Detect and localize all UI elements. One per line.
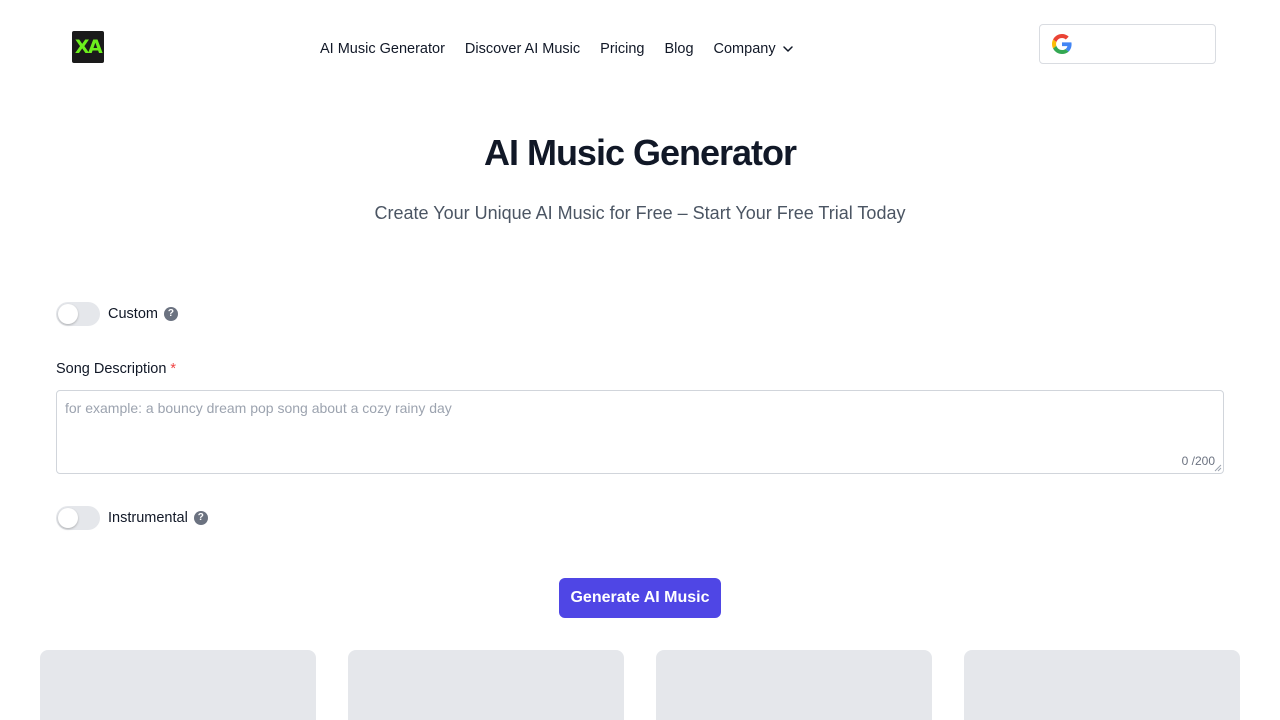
toggle-knob [58, 508, 78, 528]
help-icon[interactable]: ? [163, 307, 178, 321]
instrumental-toggle[interactable] [56, 506, 100, 530]
help-icon[interactable]: ? [193, 511, 208, 525]
page-title: AI Music Generator [483, 132, 797, 173]
custom-label: Custom [108, 306, 158, 322]
placeholder-card [40, 650, 316, 720]
nav-pricing[interactable]: Pricing [600, 41, 644, 57]
custom-toggle[interactable] [56, 302, 100, 326]
character-counter: 0 /200 [1181, 454, 1215, 468]
google-sign-in-button[interactable] [1039, 24, 1216, 64]
nav-company-dropdown[interactable]: Company [714, 41, 794, 57]
site-logo[interactable]: XA [72, 31, 104, 63]
song-description-label: Song Description * [56, 361, 176, 377]
song-description-field: 0 /200 [56, 390, 1224, 474]
song-description-label-text: Song Description [56, 361, 167, 377]
chevron-down-icon [782, 46, 793, 52]
song-description-input[interactable] [57, 391, 1223, 473]
placeholder-card [964, 650, 1240, 720]
page-subtitle: Create Your Unique AI Music for Free – S… [374, 203, 906, 223]
resize-handle-icon[interactable] [1214, 464, 1222, 472]
main-nav: AI Music Generator Discover AI Music Pri… [320, 40, 794, 58]
logo-text: XA [74, 35, 103, 58]
custom-toggle-row: Custom ? [56, 302, 178, 326]
instrumental-label: Instrumental [108, 510, 188, 526]
nav-blog[interactable]: Blog [664, 41, 693, 57]
nav-discover-ai-music[interactable]: Discover AI Music [465, 41, 580, 57]
instrumental-toggle-row: Instrumental ? [56, 506, 208, 530]
toggle-knob [58, 304, 78, 324]
placeholder-card [656, 650, 932, 720]
google-icon [1052, 34, 1072, 54]
required-marker: * [170, 361, 177, 377]
placeholder-card [348, 650, 624, 720]
nav-ai-music-generator[interactable]: AI Music Generator [320, 41, 445, 57]
nav-company-label: Company [713, 41, 776, 57]
generate-ai-music-button[interactable]: Generate AI Music [559, 578, 721, 618]
